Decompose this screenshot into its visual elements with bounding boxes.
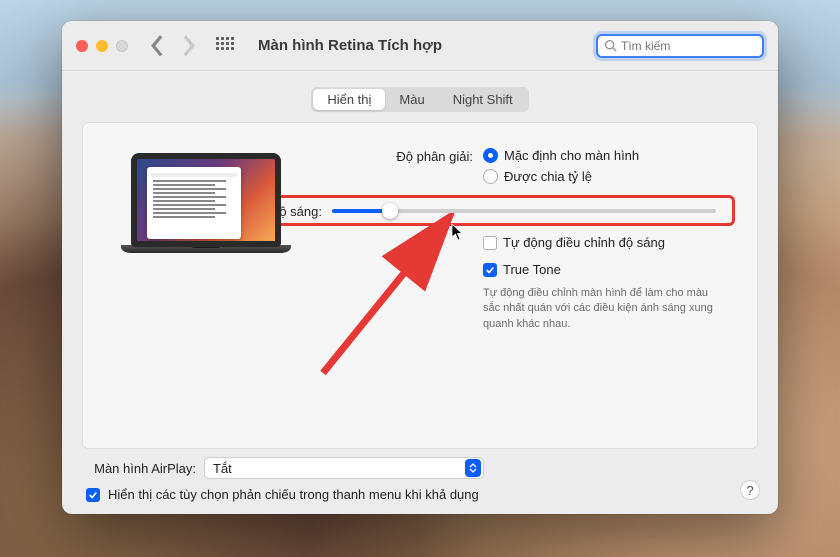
laptop-screen-preview [131, 153, 281, 247]
search-input[interactable] [621, 39, 756, 53]
help-button[interactable]: ? [740, 480, 760, 500]
tab-color[interactable]: Màu [385, 89, 438, 110]
window-traffic-lights [76, 40, 128, 52]
tab-segmented-control: Hiển thị Màu Night Shift [311, 87, 528, 112]
mirror-label: Hiển thị các tùy chọn phản chiếu trong t… [108, 487, 479, 502]
auto-brightness-row: Tự động điều chỉnh độ sáng True Tone Tự … [331, 234, 729, 332]
auto-brightness-label: Tự động điều chỉnh độ sáng [503, 235, 665, 250]
window-title: Màn hình Retina Tích hợp [258, 37, 442, 54]
search-icon [604, 39, 617, 52]
radio-icon [483, 169, 498, 184]
airplay-label: Màn hình AirPlay: [86, 461, 196, 476]
chevron-up-down-icon [465, 459, 481, 477]
cursor-icon [451, 223, 465, 241]
radio-icon [483, 148, 498, 163]
airplay-value: Tắt [213, 461, 232, 476]
resolution-row: Độ phân giải: Mặc định cho màn hình Được… [331, 147, 729, 185]
display-preview [111, 147, 301, 428]
checkbox-icon [483, 263, 497, 277]
resolution-label: Độ phân giải: [331, 147, 483, 164]
close-window-button[interactable] [76, 40, 88, 52]
minimize-window-button[interactable] [96, 40, 108, 52]
resolution-scaled-option[interactable]: Được chia tỷ lệ [483, 168, 729, 185]
zoom-window-button [116, 40, 128, 52]
tab-display[interactable]: Hiển thị [313, 89, 385, 110]
truetone-label: True Tone [503, 262, 561, 277]
search-field[interactable] [596, 34, 764, 58]
resolution-scaled-label: Được chia tỷ lệ [504, 169, 592, 184]
preferences-window: Màn hình Retina Tích hợp Hiển thị Màu Ni… [62, 21, 778, 514]
titlebar: Màn hình Retina Tích hợp [62, 21, 778, 71]
back-button[interactable] [150, 38, 166, 54]
show-all-prefs-button[interactable] [216, 37, 234, 55]
checkbox-icon [483, 236, 497, 250]
slider-thumb[interactable] [382, 203, 398, 219]
resolution-default-option[interactable]: Mặc định cho màn hình [483, 147, 729, 164]
settings-column: Độ phân giải: Mặc định cho màn hình Được… [331, 147, 729, 428]
airplay-select[interactable]: Tắt [204, 457, 484, 479]
truetone-description: Tự động điều chỉnh màn hình để làm cho m… [483, 282, 729, 332]
forward-button[interactable] [180, 38, 196, 54]
airplay-row: Màn hình AirPlay: Tắt [82, 457, 758, 479]
auto-brightness-checkbox[interactable]: Tự động điều chỉnh độ sáng [483, 234, 729, 251]
content-area: Hiển thị Màu Night Shift [62, 71, 778, 514]
settings-panel: Độ phân giải: Mặc định cho màn hình Được… [82, 122, 758, 449]
truetone-checkbox[interactable]: True Tone [483, 261, 729, 278]
mirror-row: Hiển thị các tùy chọn phản chiếu trong t… [82, 479, 758, 502]
mirror-checkbox[interactable] [86, 488, 100, 502]
tab-night-shift[interactable]: Night Shift [439, 89, 527, 110]
resolution-default-label: Mặc định cho màn hình [504, 148, 639, 163]
brightness-slider[interactable] [332, 209, 726, 213]
nav-arrows [150, 38, 196, 54]
